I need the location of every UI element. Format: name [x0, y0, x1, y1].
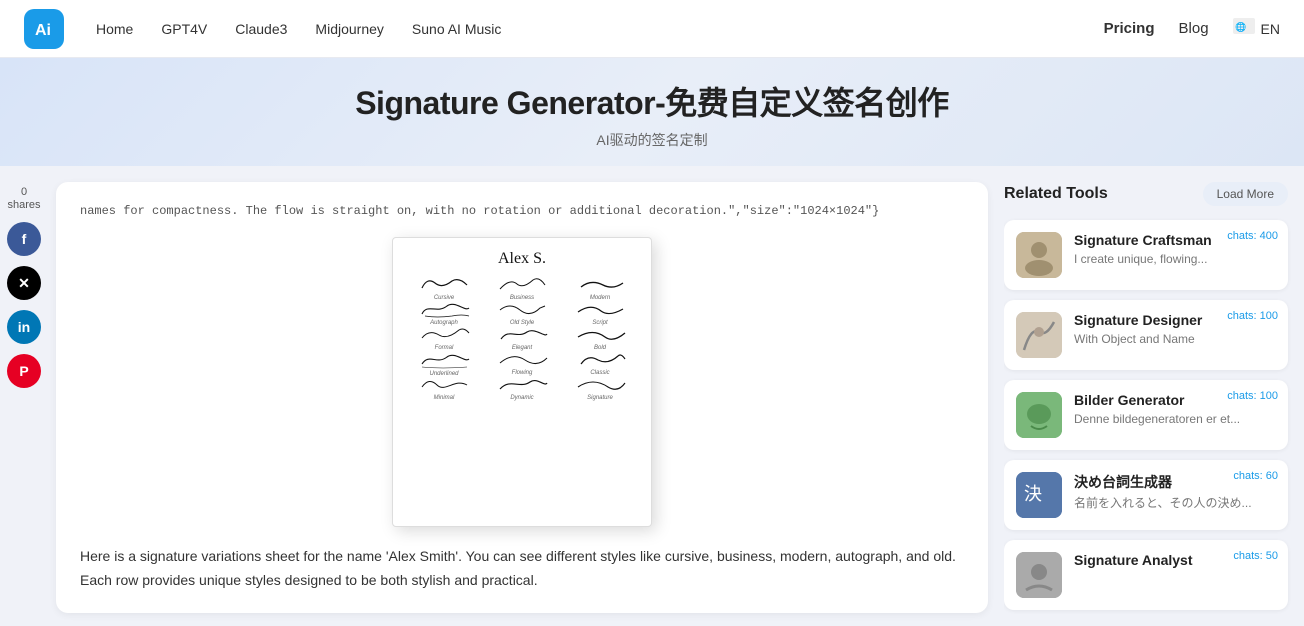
sig-item: Dynamic — [483, 375, 561, 401]
chat-badge-4: chats: 60 — [1233, 470, 1278, 482]
sig-name-header: Alex S. — [405, 250, 639, 268]
tool-desc-1: I create unique, flowing... — [1074, 251, 1276, 268]
sig-item: Business — [483, 275, 561, 301]
tool-desc-3: Denne bildegeneratoren er et... — [1074, 411, 1276, 428]
sig-item: Flowing — [483, 350, 561, 376]
sig-item: Script — [561, 300, 639, 326]
sig-row-3: Formal Elegant Bold — [405, 327, 639, 349]
nav-links: Home GPT4V Claude3 Midjourney Suno AI Mu… — [96, 21, 1104, 37]
chat-badge-1: chats: 400 — [1227, 230, 1278, 242]
x-share-button[interactable]: ✕ — [7, 266, 41, 300]
sig-item: Elegant — [483, 325, 561, 351]
related-tools-header: Related Tools Load More — [1004, 182, 1288, 206]
content-card: names for compactness. The flow is strai… — [56, 182, 988, 613]
tool-desc-4: 名前を入れると、その人の決め... — [1074, 495, 1276, 512]
tool-avatar-2 — [1016, 312, 1062, 358]
sig-item: Classic — [561, 350, 639, 376]
main-layout: 0 shares f ✕ in P names for compactness.… — [0, 166, 1304, 626]
sig-item: Cursive — [405, 275, 483, 301]
hero-section: Signature Generator-免费自定义签名创作 AI驱动的签名定制 — [0, 58, 1304, 166]
nav-suno[interactable]: Suno AI Music — [412, 21, 502, 37]
tool-card-kimeru[interactable]: chats: 60 決 決め台詞生成器 名前を入れると、その人の決め... — [1004, 460, 1288, 530]
navbar: Ai Home GPT4V Claude3 Midjourney Suno AI… — [0, 0, 1304, 58]
signature-image-container: Alex S. Cursive Business — [80, 237, 964, 527]
tool-card-bilder-generator[interactable]: chats: 100 Bilder Generator Denne bildeg… — [1004, 380, 1288, 450]
sig-item: Signature — [561, 375, 639, 401]
chat-badge-5: chats: 50 — [1233, 550, 1278, 562]
language-selector[interactable]: 🌐 EN — [1233, 18, 1280, 40]
svg-text:🌐: 🌐 — [1235, 21, 1246, 32]
nav-claude3[interactable]: Claude3 — [235, 21, 287, 37]
logo[interactable]: Ai — [24, 9, 64, 49]
load-more-button[interactable]: Load More — [1203, 182, 1288, 206]
sig-item: Old Style — [483, 300, 561, 326]
pinterest-share-button[interactable]: P — [7, 354, 41, 388]
lang-label: EN — [1261, 21, 1280, 37]
svg-text:決: 決 — [1024, 484, 1042, 504]
sig-item: Autograph — [405, 300, 483, 326]
hero-subtitle: AI驱动的签名定制 — [0, 130, 1304, 150]
content-area: names for compactness. The flow is strai… — [48, 166, 1004, 626]
tool-avatar-4: 決 — [1016, 472, 1062, 518]
navbar-right: Pricing Blog 🌐 EN — [1104, 18, 1280, 40]
facebook-share-button[interactable]: f — [7, 222, 41, 256]
nav-gpt4v[interactable]: GPT4V — [161, 21, 207, 37]
signature-sheet: Alex S. Cursive Business — [392, 237, 652, 527]
sig-item: Formal — [405, 325, 483, 351]
nav-home[interactable]: Home — [96, 21, 133, 37]
tool-card-signature-craftsman[interactable]: chats: 400 Signature Craftsman I create … — [1004, 220, 1288, 290]
social-bar: 0 shares f ✕ in P — [0, 166, 48, 626]
sig-item: Underlined — [405, 349, 483, 377]
sig-row-2: Autograph Old Style Script — [405, 302, 639, 324]
description-text: Here is a signature variations sheet for… — [80, 545, 964, 593]
sig-row-4: Underlined Flowing Classic — [405, 352, 639, 374]
tool-desc-2: With Object and Name — [1074, 331, 1276, 348]
linkedin-share-button[interactable]: in — [7, 310, 41, 344]
pricing-link[interactable]: Pricing — [1104, 20, 1155, 37]
globe-icon: 🌐 — [1233, 18, 1255, 40]
sig-item: Minimal — [405, 375, 483, 401]
sig-row-5: Minimal Dynamic Signature — [405, 377, 639, 399]
sig-item: Modern — [561, 275, 639, 301]
tool-avatar-5 — [1016, 552, 1062, 598]
svg-text:Ai: Ai — [35, 22, 51, 39]
chat-badge-3: chats: 100 — [1227, 390, 1278, 402]
blog-link[interactable]: Blog — [1179, 20, 1209, 37]
sig-item: Bold — [561, 325, 639, 351]
related-tools-title: Related Tools — [1004, 185, 1108, 203]
tool-avatar-3 — [1016, 392, 1062, 438]
right-sidebar: Related Tools Load More chats: 400 Signa… — [1004, 166, 1304, 626]
share-count: 0 shares — [7, 186, 40, 212]
chat-badge-2: chats: 100 — [1227, 310, 1278, 322]
sig-row-1: Cursive Business Modern — [405, 277, 639, 299]
code-text: names for compactness. The flow is strai… — [80, 202, 964, 221]
nav-midjourney[interactable]: Midjourney — [315, 21, 383, 37]
tool-avatar-1 — [1016, 232, 1062, 278]
tool-card-signature-designer[interactable]: chats: 100 Signature Designer With Objec… — [1004, 300, 1288, 370]
page-title: Signature Generator-免费自定义签名创作 — [0, 78, 1304, 124]
tool-card-signature-analyst[interactable]: chats: 50 Signature Analyst — [1004, 540, 1288, 610]
